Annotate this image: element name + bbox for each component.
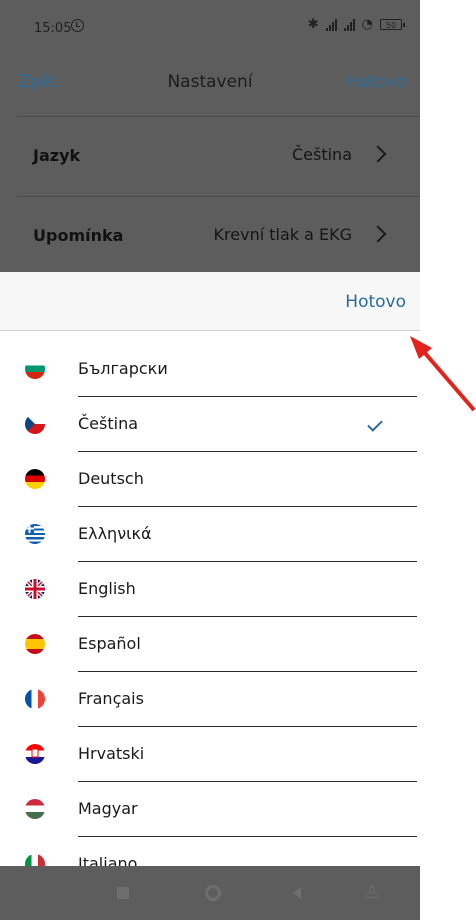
checkmark-icon [367,416,383,432]
done-button[interactable]: Hotovo [345,72,406,92]
spain-flag-icon [25,634,45,654]
picker-header: Hotovo [0,272,420,331]
bulgaria-flag-icon [25,359,45,379]
list-item-hungarian[interactable]: Magyar [0,782,420,837]
language-list: Български Čeština Deutsch Ελληνικά Engli… [0,342,420,892]
croatia-flag-icon [25,744,45,764]
setting-value: Krevní tlak a EKG [213,225,352,244]
list-item-greek[interactable]: Ελληνικά [0,507,420,562]
setting-row-language[interactable]: Jazyk Čeština [0,118,420,196]
list-item-english[interactable]: English [0,562,420,617]
germany-flag-icon [25,469,45,489]
chevron-right-icon [369,225,387,243]
france-flag-icon [25,689,45,709]
dimmed-background: 15:05 ✱ ◔ 50 Nastavení Zpět Hotovo Jazyk… [0,0,420,272]
chevron-right-icon [369,145,387,163]
divider [18,196,420,197]
back-icon[interactable] [293,887,301,899]
setting-row-reminder[interactable]: Upomínka Krevní tlak a EKG [0,198,420,276]
language-name: Ελληνικά [78,524,152,543]
uk-flag-icon [25,579,45,599]
status-time: 15:05 [34,21,72,36]
list-item-czech[interactable]: Čeština [0,397,420,452]
navigation-bar: Nastavení Zpět Hotovo [0,58,420,108]
language-name: Español [78,634,141,653]
language-name: English [78,579,136,598]
czech-flag-icon [25,414,45,434]
wifi-icon: ◔ [361,17,373,32]
greece-flag-icon [25,524,45,544]
battery-icon: 50 [380,19,405,30]
language-name: Magyar [78,799,138,818]
picker-done-button[interactable]: Hotovo [345,292,406,312]
home-icon[interactable] [205,885,221,901]
status-bar: 15:05 ✱ ◔ 50 [0,0,420,58]
android-navigation-bar: ♙ [0,866,420,920]
recent-apps-icon[interactable] [117,887,129,899]
back-button[interactable]: Zpět [18,72,58,92]
setting-label: Upomínka [33,226,124,245]
language-name: Čeština [78,414,139,433]
list-item-croatian[interactable]: Hrvatski [0,727,420,782]
system-icons: ✱ ◔ 50 [307,17,405,32]
list-item-french[interactable]: Français [0,672,420,727]
language-name: Français [78,689,144,708]
signal-icon [325,18,337,31]
list-item-german[interactable]: Deutsch [0,452,420,507]
list-item-spanish[interactable]: Español [0,617,420,672]
phone-screen: 15:05 ✱ ◔ 50 Nastavení Zpět Hotovo Jazyk… [0,0,420,920]
setting-label: Jazyk [33,146,81,165]
list-item-bulgarian[interactable]: Български [0,342,420,397]
divider [18,116,420,117]
accessibility-icon[interactable]: ♙ [364,882,380,903]
language-name: Hrvatski [78,744,145,763]
language-name: Български [78,359,168,378]
bluetooth-icon: ✱ [307,17,319,32]
language-name: Deutsch [78,469,144,488]
hungary-flag-icon [25,799,45,819]
signal-icon-2 [343,18,355,31]
setting-value: Čeština [291,145,352,164]
alarm-icon [71,19,84,32]
